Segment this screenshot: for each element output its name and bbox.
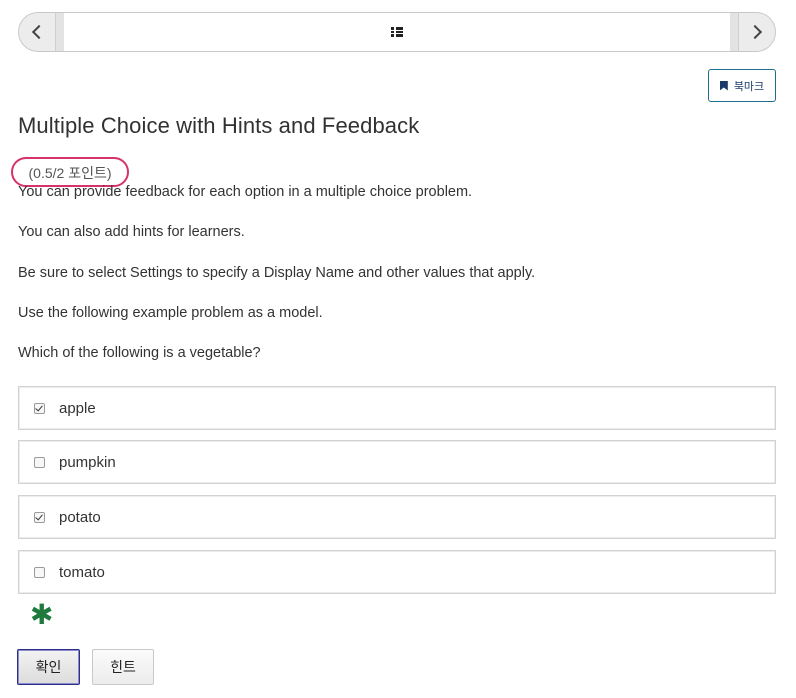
choice-label: tomato [59,563,105,581]
problem-description: You can also add hints for learners. [18,224,245,240]
chevron-left-icon [31,24,47,40]
chevron-right-icon [747,24,763,40]
problem-question: Which of the following is a vegetable? [18,345,261,361]
sequence-strip-left [56,13,64,51]
unit-tab[interactable] [64,13,730,51]
next-button[interactable] [738,13,775,51]
bookmark-button[interactable]: 북마크 [708,69,776,102]
bookmark-label: 북마크 [733,80,765,93]
choice-pumpkin[interactable]: pumpkin [18,440,776,484]
problem-title: Multiple Choice with Hints and Feedback [18,113,420,138]
choice-label: apple [59,399,96,417]
submit-button[interactable]: 확인 [17,649,80,685]
list-icon [391,27,403,37]
problem-description: Use the following example problem as a m… [18,305,323,321]
choice-label: pumpkin [59,453,116,471]
choice-checkbox[interactable] [34,456,45,468]
choice-potato[interactable]: potato [18,495,776,539]
partially-correct-asterisk-icon: ✱ [30,599,54,630]
choice-checkbox[interactable] [34,402,45,414]
problem-description: Be sure to select Settings to specify a … [18,265,536,281]
problem-description: You can provide feedback for each option… [18,184,473,200]
choice-tomato[interactable]: tomato [18,550,776,594]
choice-checkbox[interactable] [34,511,45,523]
choice-checkbox[interactable] [34,566,45,578]
sequence-navigation [18,12,776,52]
sequence-strip-right [730,13,738,51]
hint-button[interactable]: 힌트 [92,649,154,685]
choice-apple[interactable]: apple [18,386,776,430]
choice-label: potato [59,508,101,526]
problem-points: (0.5/2 포인트) [11,157,129,187]
bookmark-icon [719,80,728,91]
previous-button[interactable] [19,13,56,51]
